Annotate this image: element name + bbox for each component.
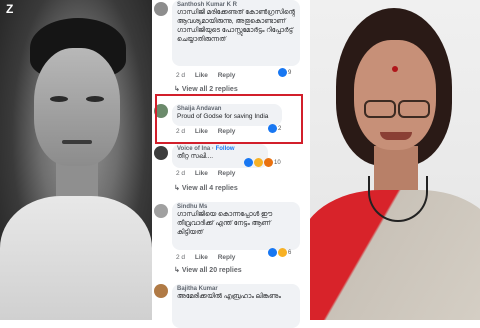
glasses-left-lens [364, 100, 396, 118]
portrait-right-eye [86, 96, 104, 102]
comment-text: ഗാന്ധിജി മരിക്കേണ്ടത് കോൺഗ്രസിൻ്റെ ആവശ്യ… [177, 9, 295, 43]
channel-logo: Z [6, 2, 14, 16]
view-replies-link[interactable]: ↳ View all 20 replies [174, 266, 242, 274]
comment-time: 2 d [176, 254, 186, 261]
like-button[interactable]: Like [195, 72, 208, 79]
avatar[interactable] [154, 2, 168, 16]
comment-text: ഗാന്ധിജിയെ കൊന്നപ്പോൾ ഈ തീവ്രവാദിക്ക് എന… [177, 211, 273, 236]
like-button[interactable]: Like [195, 254, 208, 261]
portrait-smile [380, 132, 412, 140]
portrait-mouth [62, 140, 92, 144]
highlight-box [155, 94, 303, 144]
comment-actions: 2 d Like Reply [176, 72, 243, 79]
reply-button[interactable]: Reply [218, 170, 236, 177]
comment-thread: Santhosh Kumar K R ഗാന്ധിജി മരിക്കേണ്ടത്… [152, 0, 310, 328]
portrait-left-eye [50, 96, 68, 102]
comment-time: 2 d [176, 72, 186, 79]
view-replies-link[interactable]: ↳ View all 2 replies [174, 85, 238, 93]
haha-reaction-icon [254, 158, 263, 167]
reaction-count[interactable]: 6 [268, 248, 291, 257]
glasses-right-lens [398, 100, 430, 118]
comment-actions: 2 d Like Reply [176, 170, 243, 177]
right-portrait-photo [310, 0, 480, 320]
avatar[interactable] [154, 204, 168, 218]
like-button[interactable]: Like [195, 170, 208, 177]
comment-bubble: Sindhu Ms ഗാന്ധിജിയെ കൊന്നപ്പോൾ ഈ തീവ്രവ… [172, 202, 300, 250]
comment-actions: 2 d Like Reply [176, 254, 243, 261]
angry-reaction-icon [264, 158, 273, 167]
like-reaction-icon [244, 158, 253, 167]
haha-reaction-icon [278, 248, 287, 257]
portrait-face [34, 48, 120, 166]
comment-text: അമേരിക്കയിൽ എബ്രഹാം ലിങ്കണും [177, 293, 281, 300]
comment-time: 2 d [176, 170, 186, 177]
reaction-count[interactable]: 10 [244, 158, 281, 167]
comment-bubble: Bajitha Kumar അമേരിക്കയിൽ എബ്രഹാം ലിങ്കണ… [172, 284, 300, 328]
avatar[interactable] [154, 146, 168, 160]
portrait-bindi [392, 66, 398, 72]
reaction-count[interactable]: 9 [278, 68, 291, 77]
like-reaction-icon [268, 248, 277, 257]
left-portrait-photo: Z [0, 0, 152, 320]
follow-button[interactable]: Follow [216, 146, 235, 152]
view-replies-link[interactable]: ↳ View all 4 replies [174, 184, 238, 192]
reply-button[interactable]: Reply [218, 72, 236, 79]
reply-button[interactable]: Reply [218, 254, 236, 261]
avatar[interactable] [154, 284, 168, 298]
like-reaction-icon [278, 68, 287, 77]
comment-bubble: Santhosh Kumar K R ഗാന്ധിജി മരിക്കേണ്ടത്… [172, 0, 300, 66]
portrait-shirt [0, 196, 152, 320]
